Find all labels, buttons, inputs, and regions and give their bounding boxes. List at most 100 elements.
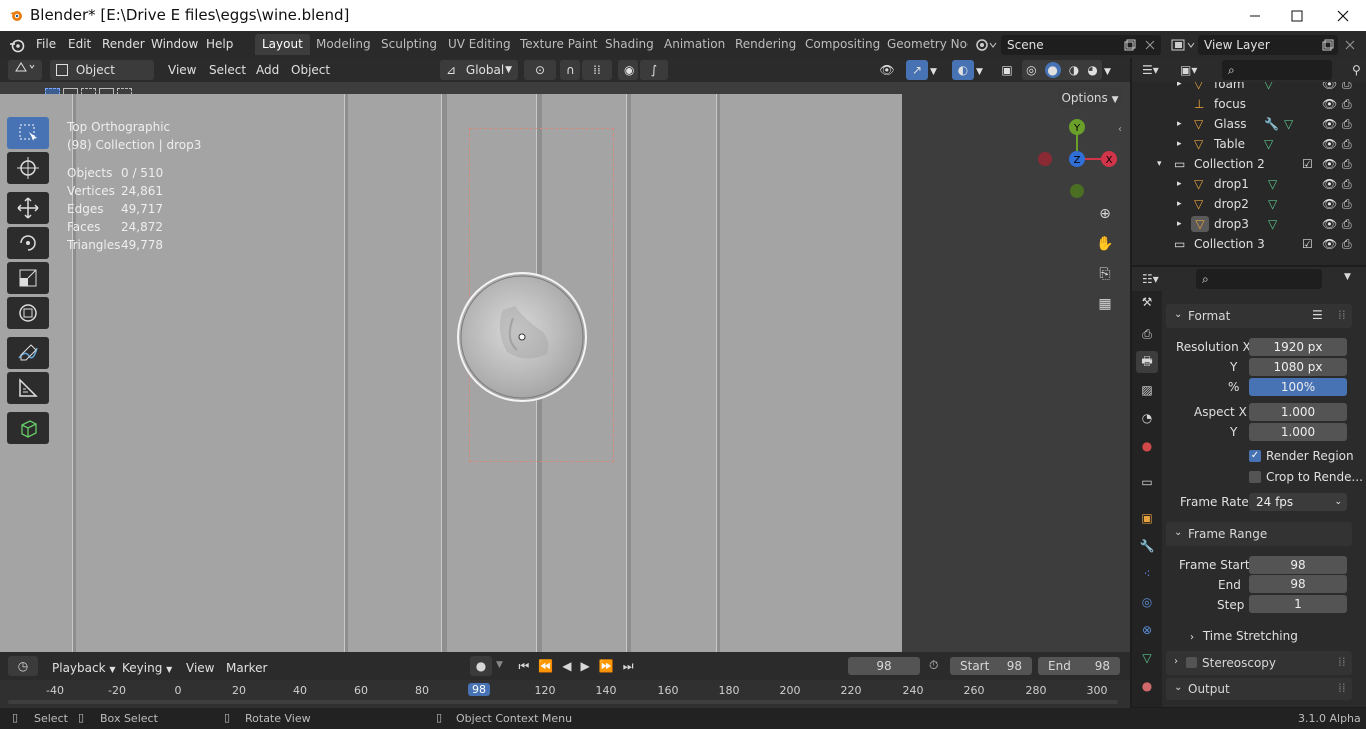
eye-icon[interactable]: 👁	[1322, 194, 1337, 214]
camera-render-icon[interactable]: ⎙	[1342, 134, 1352, 154]
presets-list-icon[interactable]: ☰	[1312, 308, 1323, 322]
start-frame-field[interactable]: Start 98	[950, 657, 1032, 675]
frame-range-panel-header[interactable]: ⌄ Frame Range	[1166, 522, 1352, 546]
header-menu-select[interactable]: Select	[209, 60, 246, 80]
jump-next-keyframe-icon[interactable]: ⏩	[599, 659, 614, 673]
header-menu-object[interactable]: Object	[291, 60, 330, 80]
eye-icon[interactable]: 👁	[1322, 114, 1337, 134]
tool-tab[interactable]: ⚒	[1136, 291, 1158, 313]
overlay-dropdown[interactable]: ▼	[976, 60, 990, 80]
sidebar-toggle-arrow[interactable]: ‹	[1118, 124, 1122, 135]
outliner-row-focus[interactable]: ⊥ focus 👁 ⎙	[1132, 94, 1366, 114]
eye-icon[interactable]: 👁	[1322, 234, 1337, 254]
chevron-down-icon[interactable]: ▼	[1344, 272, 1351, 282]
camera-render-icon[interactable]: ⎙	[1342, 154, 1352, 174]
checkbox-checked-icon[interactable]: ☑	[1302, 234, 1313, 254]
options-dropdown[interactable]: Options ▼	[1058, 88, 1122, 108]
constraints-tab[interactable]: ⊗	[1136, 619, 1158, 641]
object-tab[interactable]: ▣	[1136, 507, 1158, 529]
stopwatch-icon[interactable]: ⏱	[929, 658, 938, 673]
physics-tab[interactable]: ◎	[1136, 591, 1158, 613]
cursor-tool[interactable]	[7, 152, 49, 184]
add-cube-tool[interactable]	[7, 412, 49, 444]
tab-uv-editing[interactable]: UV Editing	[441, 34, 518, 55]
collection-tab[interactable]: ▭	[1136, 471, 1158, 493]
wine-glass-top-view[interactable]	[455, 270, 589, 404]
menu-render[interactable]: Render	[102, 37, 145, 51]
falloff-button[interactable]: ∫	[640, 60, 668, 80]
material-tab[interactable]: ●	[1136, 675, 1158, 697]
aspect-y-field[interactable]: 1.000	[1249, 423, 1347, 441]
jump-end-icon[interactable]: ⏭	[623, 659, 634, 674]
filter-icon[interactable]: ⚲	[1352, 63, 1361, 77]
camera-render-icon[interactable]: ⎙	[1342, 194, 1352, 214]
auto-keying-toggle[interactable]: ●	[470, 656, 492, 676]
measure-tool[interactable]	[7, 372, 49, 404]
checkbox-checked-icon[interactable]: ☑	[1302, 154, 1313, 174]
properties-editor-type-icon[interactable]: ☷▾	[1142, 272, 1159, 286]
header-menu-view[interactable]: View	[168, 60, 196, 80]
frame-rate-dropdown[interactable]: 24 fps ⌄	[1249, 493, 1347, 511]
render-region-checkbox[interactable]: ✓ Render Region	[1249, 449, 1354, 463]
frame-step-field[interactable]: 1	[1249, 595, 1347, 613]
view-layer-tab[interactable]: ▨	[1136, 379, 1158, 401]
expand-arrow-icon[interactable]: ▸	[1177, 174, 1182, 194]
ortho-toggle-button[interactable]: ▦	[1095, 294, 1115, 314]
camera-render-icon[interactable]: ⎙	[1342, 94, 1352, 114]
snap-target-button[interactable]: ⁞⁞	[582, 60, 612, 80]
pivot-point-button[interactable]: ⊙	[524, 60, 556, 80]
expand-arrow-icon[interactable]: ▸	[1177, 194, 1182, 214]
scale-tool[interactable]	[7, 262, 49, 294]
eye-icon[interactable]: 👁	[1322, 82, 1337, 94]
menu-edit[interactable]: Edit	[68, 37, 91, 51]
output-panel-header[interactable]: ⌄ Output ⁞⁞	[1166, 678, 1352, 700]
timeline-editor-type-button[interactable]: ◷	[8, 656, 38, 676]
particles-tab[interactable]: ⁖	[1136, 563, 1158, 585]
data-tab[interactable]: ▽	[1136, 647, 1158, 669]
tab-texture-paint[interactable]: Texture Paint	[513, 34, 604, 55]
camera-render-icon[interactable]: ⎙	[1342, 114, 1352, 134]
proportional-edit-toggle[interactable]: ◉	[618, 60, 638, 80]
menu-window[interactable]: Window	[151, 37, 198, 51]
current-frame-field[interactable]: 98	[848, 657, 920, 675]
drag-handle-icon[interactable]: ⁞⁞	[1338, 681, 1346, 695]
new-view-layer-icon[interactable]	[1322, 39, 1334, 51]
tab-geometry-nodes[interactable]: Geometry Nod	[880, 34, 968, 55]
drag-handle-icon[interactable]: ⁞⁞	[1338, 655, 1346, 669]
tab-layout[interactable]: Layout	[255, 34, 310, 55]
menu-file[interactable]: File	[36, 37, 56, 51]
expand-arrow-icon[interactable]: ▸	[1177, 134, 1182, 154]
overlay-toggle[interactable]: ◐	[952, 60, 974, 80]
outliner-row-collection-3[interactable]: ▭ Collection 3 ☑ 👁 ⎙	[1132, 234, 1366, 254]
remove-scene-icon[interactable]	[1145, 40, 1155, 50]
stereoscopy-panel-header[interactable]: › Stereoscopy ⁞⁞	[1166, 651, 1352, 675]
keying-set-dropdown[interactable]: ▼	[496, 660, 503, 670]
new-scene-icon[interactable]	[1124, 39, 1136, 51]
output-tab[interactable]: 🖶	[1136, 351, 1158, 373]
timeline-menu-view[interactable]: View	[186, 658, 214, 678]
select-box-tool[interactable]	[7, 117, 49, 149]
mode-dropdown[interactable]: Object Mode ▼	[50, 60, 154, 97]
header-menu-add[interactable]: Add	[256, 60, 279, 80]
resolution-y-field[interactable]: 1080 px	[1249, 358, 1347, 376]
tab-rendering[interactable]: Rendering	[728, 34, 803, 55]
outliner-row-drop1[interactable]: ▸ ▽ drop1 ▽ 👁 ⎙	[1132, 174, 1366, 194]
eye-icon[interactable]: 👁	[1322, 174, 1337, 194]
end-frame-field[interactable]: End 98	[1038, 657, 1120, 675]
resolution-x-field[interactable]: 1920 px	[1249, 338, 1347, 356]
collapse-arrow-icon[interactable]: ▾	[1157, 154, 1162, 174]
tab-animation[interactable]: Animation	[657, 34, 732, 55]
outliner-search-input[interactable]: ⌕	[1222, 60, 1332, 80]
outliner-row-glass[interactable]: ▸ ▽ Glass 🔧 ▽ 👁 ⎙	[1132, 114, 1366, 134]
outliner-row-drop2[interactable]: ▸ ▽ drop2 ▽ 👁 ⎙	[1132, 194, 1366, 214]
outliner-row-table[interactable]: ▸ ▽ Table ▽ 👁 ⎙	[1132, 134, 1366, 154]
properties-search-input[interactable]: ⌕	[1196, 269, 1322, 289]
outliner-editor-type-icon[interactable]: ☰▾	[1142, 63, 1159, 77]
gizmo-neg-y-axis[interactable]	[1070, 184, 1084, 198]
playhead[interactable]: 98	[468, 683, 490, 696]
camera-render-icon[interactable]: ⎙	[1342, 174, 1352, 194]
expand-arrow-icon[interactable]: ▸	[1177, 114, 1182, 134]
scene-field[interactable]: Scene	[1001, 35, 1161, 55]
scene-tab[interactable]: ◔	[1136, 407, 1158, 429]
annotate-tool[interactable]	[7, 337, 49, 369]
